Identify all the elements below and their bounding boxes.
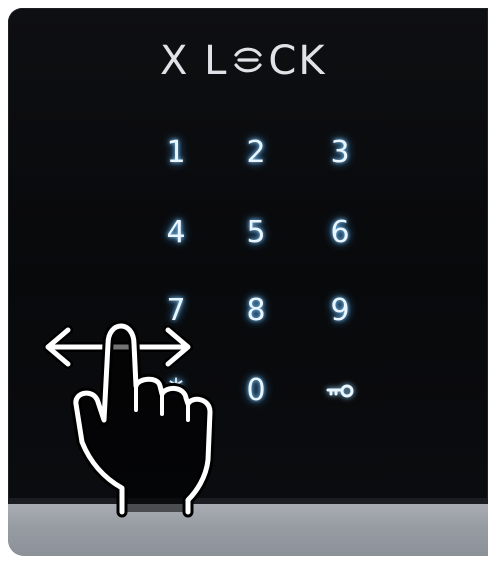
brand-logo-right: CK — [268, 38, 327, 84]
key-8[interactable]: 8 — [226, 286, 286, 336]
key-3[interactable]: 3 — [310, 128, 370, 178]
product-photo: X L CK 1 2 3 4 5 6 7 8 9 * 0 — [0, 0, 488, 563]
key-unlock-icon[interactable] — [310, 366, 370, 416]
key-9[interactable]: 9 — [310, 286, 370, 336]
key-star[interactable]: * — [146, 366, 206, 416]
key-5[interactable]: 5 — [226, 208, 286, 258]
brand-logo-left: X L — [160, 38, 229, 84]
brand-logo: X L CK — [160, 36, 360, 86]
key-1[interactable]: 1 — [146, 128, 206, 178]
key-6[interactable]: 6 — [310, 208, 370, 258]
key-7[interactable]: 7 — [146, 286, 206, 336]
key-2[interactable]: 2 — [226, 128, 286, 178]
brand-logo-o-glyph — [230, 39, 266, 73]
key-4[interactable]: 4 — [146, 208, 206, 258]
key-0[interactable]: 0 — [226, 366, 286, 416]
metal-base — [8, 504, 488, 556]
smart-lock-device — [8, 8, 488, 556]
